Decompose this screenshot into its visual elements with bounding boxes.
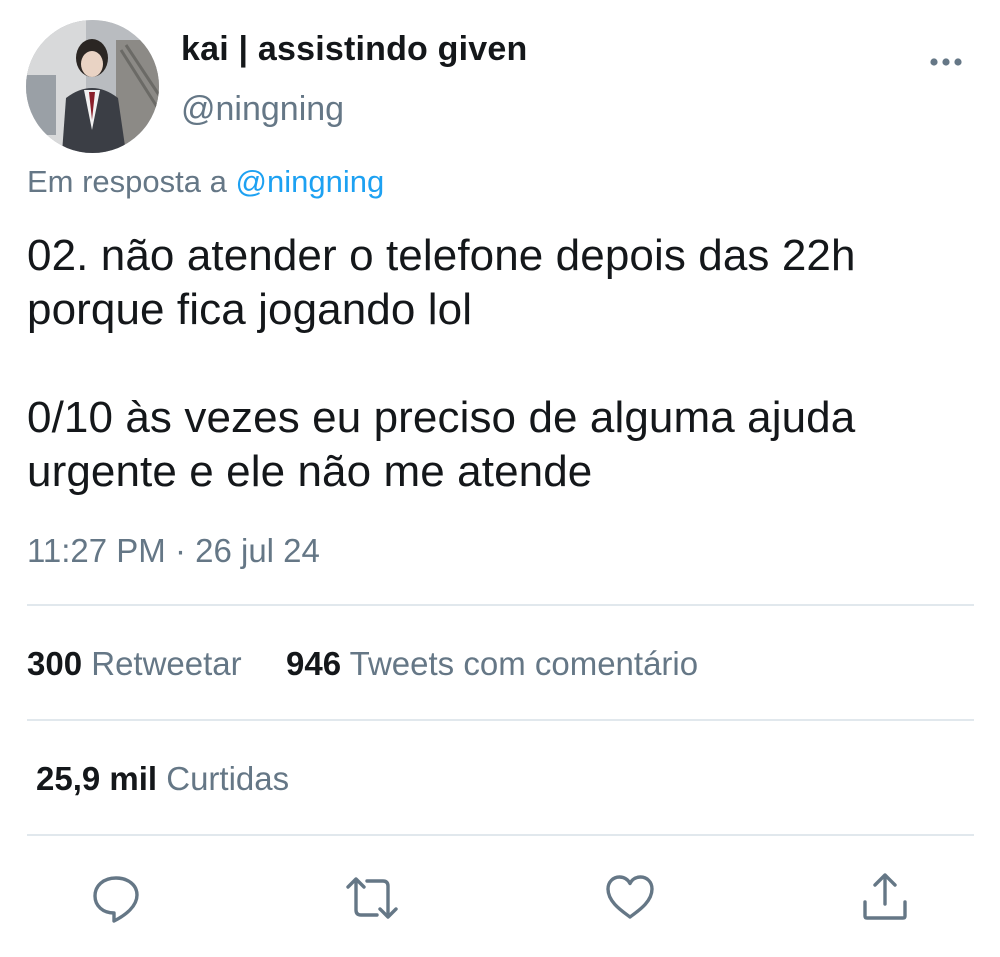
retweets-stat[interactable]: 300 Retweetar — [27, 645, 251, 682]
likes-label: Curtidas — [166, 760, 290, 797]
likes-count: 25,9 mil — [36, 760, 158, 797]
author-display-name[interactable]: kai | assistindo given — [181, 30, 527, 69]
quotes-label: Tweets com comentário — [349, 645, 699, 682]
divider — [27, 834, 974, 836]
like-button[interactable] — [602, 870, 658, 926]
like-icon — [606, 875, 654, 919]
share-button[interactable] — [857, 870, 913, 926]
retweets-count: 300 — [27, 645, 83, 682]
more-horizontal-icon — [930, 58, 962, 66]
retweet-button[interactable] — [344, 870, 400, 926]
retweet-icon — [346, 877, 398, 919]
reply-context: Em resposta a @ningning — [27, 164, 384, 200]
quotes-count: 946 — [285, 645, 342, 682]
divider — [27, 604, 974, 606]
tweet-timestamp[interactable]: 11:27 PM · 26 jul 24 — [27, 532, 320, 570]
avatar[interactable] — [26, 20, 159, 153]
likes-stat[interactable]: 25,9 mil Curtidas — [36, 760, 289, 798]
avatar-photo — [26, 20, 159, 153]
retweet-stats-row: 300 Retweetar 946 Tweets com comentário — [27, 645, 698, 683]
share-icon — [863, 873, 907, 920]
author-handle[interactable]: @ningning — [181, 90, 344, 129]
tweet-text: 02. não atender o telefone depois das 22… — [27, 231, 856, 496]
retweets-label: Retweetar — [91, 645, 242, 682]
divider — [27, 719, 974, 721]
reply-button[interactable] — [88, 870, 144, 926]
reply-icon — [93, 876, 139, 923]
quotes-stat[interactable]: 946 Tweets com comentário — [286, 645, 698, 682]
reply-mention-link[interactable]: @ningning — [236, 164, 385, 199]
reply-prefix: Em resposta a — [27, 164, 227, 199]
more-options-button[interactable] — [920, 46, 972, 78]
